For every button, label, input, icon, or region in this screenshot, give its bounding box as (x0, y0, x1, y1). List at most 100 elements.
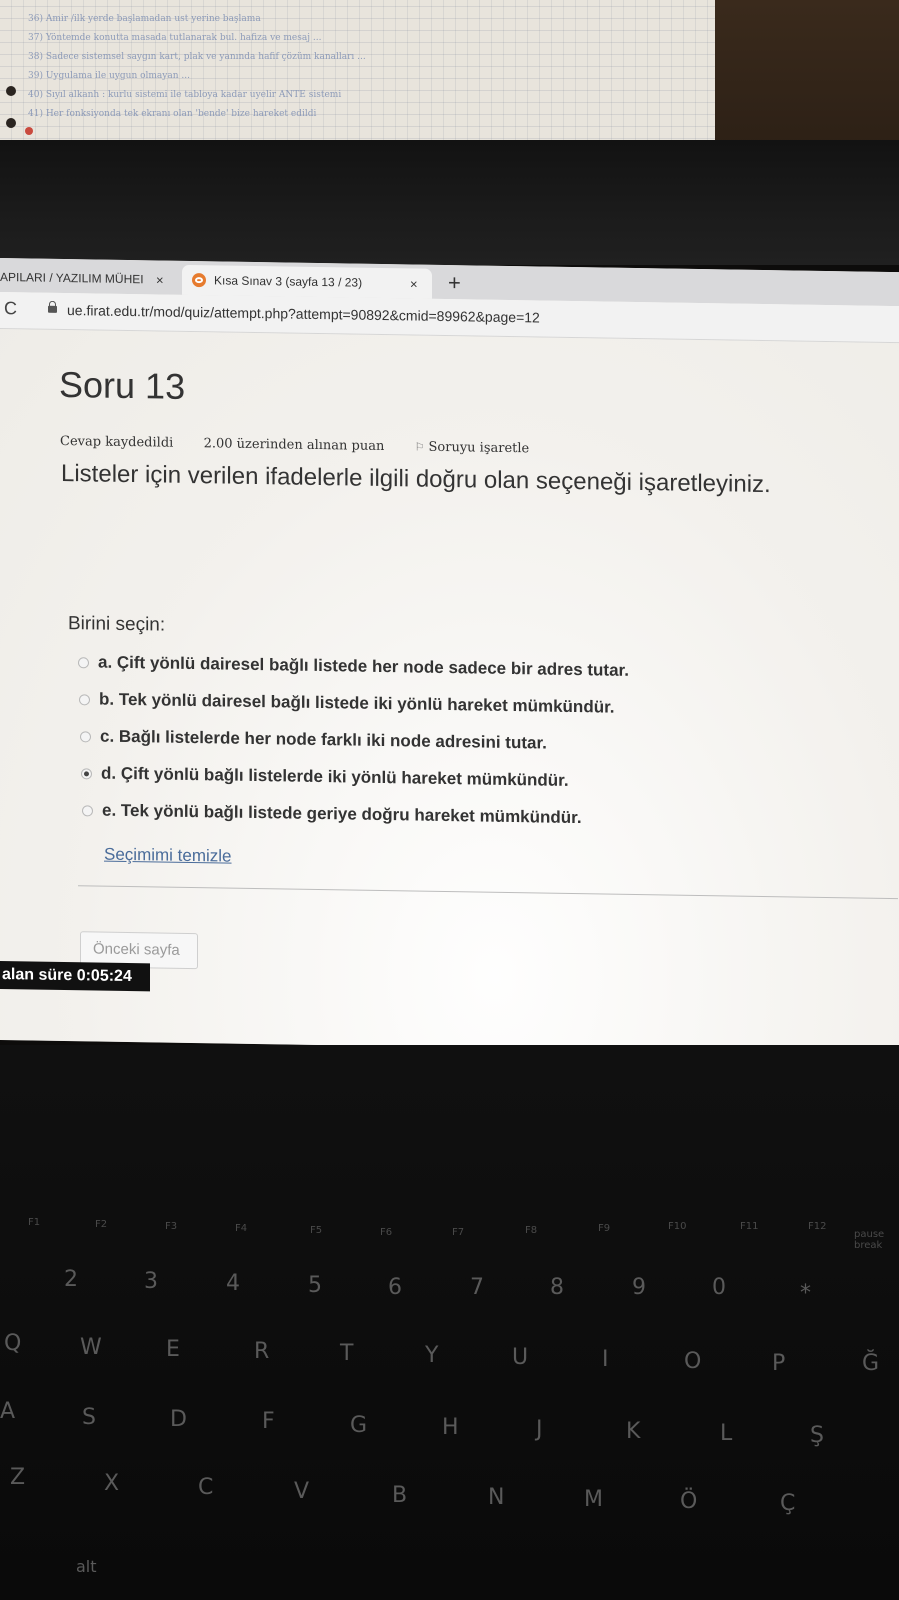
key-f11[interactable]: F11 (740, 1221, 758, 1232)
note-line: 37) Yöntemde konutta masada tutlanarak b… (28, 33, 322, 43)
radio-button[interactable] (82, 804, 93, 816)
key-u[interactable]: U (512, 1345, 528, 1370)
tab-quiz[interactable]: Kısa Sınav 3 (sayfa 13 / 23) × (182, 264, 432, 299)
key-f7[interactable]: F7 (452, 1227, 464, 1238)
key-asterisk[interactable]: * (800, 1281, 811, 1306)
note-line: 40) Sıyıl alkanh : kurlu sistemi ile tab… (28, 90, 342, 100)
key-g[interactable]: G (350, 1413, 367, 1438)
key-8[interactable]: 8 (550, 1275, 564, 1300)
key-t[interactable]: T (340, 1341, 353, 1366)
radio-button-selected[interactable] (81, 767, 92, 779)
key-e[interactable]: E (166, 1337, 180, 1362)
reload-icon[interactable]: C (4, 298, 17, 319)
key-j[interactable]: J (536, 1417, 543, 1442)
key-4[interactable]: 4 (226, 1271, 240, 1296)
laptop-bezel (0, 140, 899, 265)
quiz-content: Soru 13 Cevap kaydedildi 2.00 üzerinden … (0, 329, 899, 1055)
key-y[interactable]: Y (425, 1343, 438, 1368)
key-f3[interactable]: F3 (165, 1221, 177, 1232)
key-f6[interactable]: F6 (380, 1227, 392, 1238)
key-f10[interactable]: F10 (668, 1221, 686, 1232)
flag-question-link[interactable]: ⚐ Soruyu işaretle (415, 440, 530, 457)
note-line: 39) Uygulama ile uygun olmayan ... (28, 71, 190, 81)
radio-button[interactable] (80, 730, 91, 742)
answer-option-e[interactable]: e. Tek yönlü bağlı listede geriye doğru … (82, 800, 582, 828)
key-m[interactable]: M (584, 1487, 603, 1512)
close-icon[interactable]: × (410, 276, 418, 291)
key-b[interactable]: B (392, 1483, 407, 1508)
key-alt[interactable]: alt (76, 1557, 97, 1576)
key-o[interactable]: O (684, 1349, 701, 1374)
answer-option-d[interactable]: d. Çift yönlü bağlı listelerde iki yönlü… (81, 763, 569, 791)
key-5[interactable]: 5 (308, 1273, 322, 1298)
question-text: Listeler için verilen ifadelerle ilgili … (61, 459, 771, 499)
key-v[interactable]: V (294, 1479, 309, 1504)
answer-option-b[interactable]: b. Tek yönlü dairesel bağlı listede iki … (79, 689, 615, 717)
key-s[interactable]: S (82, 1405, 96, 1430)
key-c[interactable]: C (198, 1475, 213, 1500)
key-i[interactable]: I (602, 1347, 609, 1372)
close-icon[interactable]: × (156, 272, 164, 287)
clear-selection-link[interactable]: Seçimimi temizle (104, 845, 232, 867)
tab-label: APILARI / YAZILIM MÜHEI (0, 270, 144, 287)
key-l[interactable]: L (720, 1421, 732, 1446)
key-f1[interactable]: F1 (28, 1217, 40, 1228)
note-line: 41) Her fonksiyonda tek ekranı olan 'ben… (28, 109, 317, 119)
key-d[interactable]: D (170, 1407, 187, 1432)
answer-option-a[interactable]: a. Çift yönlü dairesel bağlı listede her… (78, 652, 629, 681)
answer-option-c[interactable]: c. Bağlı listelerde her node farklı iki … (80, 726, 547, 753)
url-field[interactable]: ue.firat.edu.tr/mod/quiz/attempt.php?att… (67, 302, 540, 325)
option-label: b. Tek yönlü dairesel bağlı listede iki … (99, 689, 615, 717)
key-f9[interactable]: F9 (598, 1223, 610, 1234)
key-2[interactable]: 2 (64, 1267, 78, 1292)
key-o-umlaut[interactable]: Ö (680, 1489, 697, 1514)
key-q[interactable]: Q (4, 1331, 21, 1356)
key-s-cedilla[interactable]: Ş (810, 1423, 824, 1448)
key-h[interactable]: H (442, 1415, 459, 1440)
key-f12[interactable]: F12 (808, 1221, 826, 1232)
key-f8[interactable]: F8 (525, 1225, 537, 1236)
key-n[interactable]: N (488, 1485, 504, 1510)
question-title: Soru 13 (59, 363, 186, 407)
key-a[interactable]: A (0, 1399, 15, 1424)
key-6[interactable]: 6 (388, 1275, 402, 1300)
radio-button[interactable] (79, 693, 90, 705)
lock-icon (48, 305, 57, 313)
key-f4[interactable]: F4 (235, 1223, 247, 1234)
radio-button[interactable] (78, 656, 89, 668)
binder-hole (6, 118, 16, 128)
key-9[interactable]: 9 (632, 1275, 646, 1300)
key-p[interactable]: P (772, 1351, 785, 1376)
flag-icon: ⚐ (414, 440, 425, 454)
key-pause-break[interactable]: pause break (854, 1229, 898, 1251)
key-f5[interactable]: F5 (310, 1225, 322, 1236)
moodle-favicon-icon (192, 273, 206, 288)
choose-label: Birini seçin: (68, 613, 166, 636)
key-f[interactable]: F (262, 1409, 275, 1434)
timer-value: 0:05:24 (76, 967, 132, 986)
key-0[interactable]: 0 (712, 1275, 726, 1300)
time-remaining: alan süre 0:05:24 (0, 961, 150, 992)
key-z[interactable]: Z (10, 1465, 25, 1490)
key-c-cedilla[interactable]: Ç (780, 1491, 795, 1516)
key-w[interactable]: W (80, 1335, 102, 1360)
question-meta: Cevap kaydedildi 2.00 üzerinden alınan p… (60, 434, 529, 456)
flag-label: Soruyu işaretle (428, 439, 530, 457)
key-3[interactable]: 3 (144, 1269, 158, 1294)
tab-software-engineering[interactable]: APILARI / YAZILIM MÜHEI × (0, 262, 178, 295)
key-x[interactable]: X (104, 1471, 119, 1496)
option-label: e. Tek yönlü bağlı listede geriye doğru … (102, 800, 582, 828)
answer-status: Cevap kaydedildi (60, 433, 174, 451)
key-7[interactable]: 7 (470, 1275, 484, 1300)
question-points: 2.00 üzerinden alınan puan (203, 436, 385, 455)
binder-hole (6, 86, 16, 96)
option-label: a. Çift yönlü dairesel bağlı listede her… (98, 652, 629, 680)
key-k[interactable]: K (626, 1419, 640, 1444)
key-f2[interactable]: F2 (95, 1219, 107, 1230)
new-tab-icon[interactable]: + (448, 270, 461, 296)
note-line: 38) Sadece sistemsel saygın kart, plak v… (28, 52, 366, 62)
laptop-keyboard: F1 F2 F3 F4 F5 F6 F7 F8 F9 F10 F11 F12 p… (0, 1045, 899, 1600)
key-g-breve[interactable]: Ğ (862, 1351, 879, 1376)
key-r[interactable]: R (254, 1339, 269, 1364)
option-label: c. Bağlı listelerde her node farklı iki … (100, 726, 547, 753)
